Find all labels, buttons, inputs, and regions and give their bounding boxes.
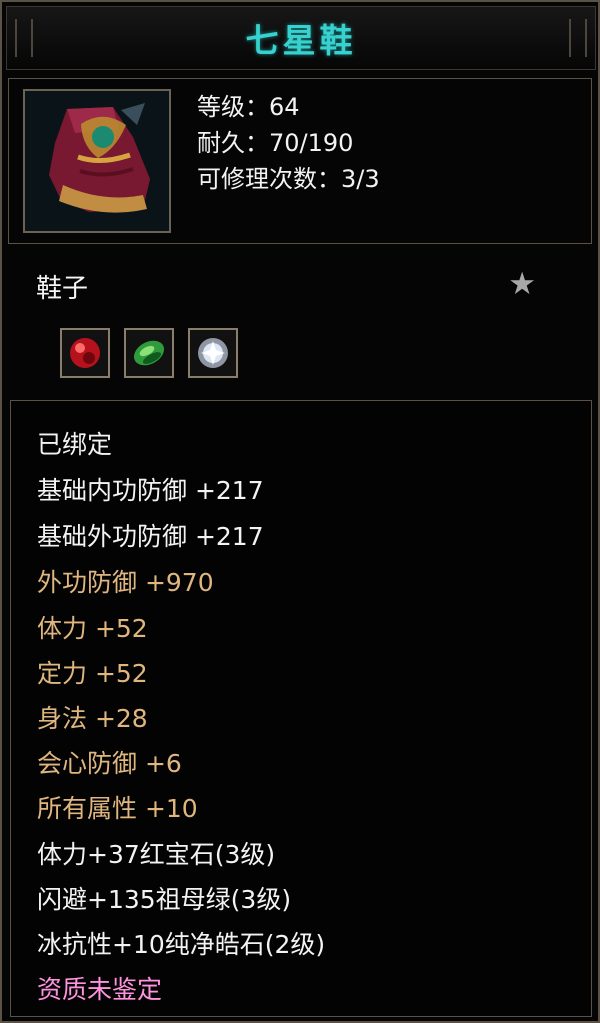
item-portrait — [23, 89, 171, 233]
property-line: 冰抗性+10纯净皓石(2级) — [37, 930, 326, 959]
property-line: 身法 +28 — [37, 704, 148, 733]
favorite-star-icon[interactable]: ★ — [508, 266, 536, 302]
item-repairs: 可修理次数：3/3 — [197, 165, 380, 193]
quality-status: 资质未鉴定 — [37, 975, 163, 1004]
ruby-gem-slot[interactable] — [60, 328, 110, 378]
item-tooltip: 七星鞋 等级：64 耐久：70/190 可修理次数：3/3 鞋子 ★ 已绑定 基… — [0, 0, 600, 1023]
boot-icon — [25, 91, 169, 231]
property-line: 基础内功防御 +217 — [37, 476, 264, 505]
title-ornament-left — [15, 19, 33, 57]
item-stats: 等级：64 耐久：70/190 可修理次数：3/3 — [197, 89, 380, 197]
item-header-panel: 等级：64 耐久：70/190 可修理次数：3/3 — [8, 78, 592, 244]
diamond-gem-icon — [198, 338, 228, 368]
property-line: 外功防御 +970 — [37, 568, 214, 597]
item-name: 七星鞋 — [245, 21, 357, 60]
ruby-gem-icon — [70, 338, 100, 368]
item-properties-panel: 已绑定 基础内功防御 +217 基础外功防御 +217 外功防御 +970 体力… — [10, 400, 592, 1017]
property-line: 所有属性 +10 — [37, 794, 198, 823]
property-line: 体力 +52 — [37, 614, 148, 643]
emerald-gem-slot[interactable] — [124, 328, 174, 378]
property-line: 闪避+135祖母绿(3级) — [37, 885, 292, 914]
property-line: 定力 +52 — [37, 659, 148, 688]
item-durability: 耐久：70/190 — [197, 129, 354, 157]
binding-status: 已绑定 — [37, 430, 113, 459]
item-level: 等级：64 — [197, 93, 300, 121]
property-line: 会心防御 +6 — [37, 749, 182, 778]
gem-slots — [60, 328, 238, 378]
property-line: 基础外功防御 +217 — [37, 522, 264, 551]
emerald-gem-icon — [133, 340, 165, 366]
item-category: 鞋子 — [36, 274, 89, 304]
title-bar: 七星鞋 — [6, 6, 596, 70]
title-ornament-right — [569, 19, 587, 57]
diamond-gem-slot[interactable] — [188, 328, 238, 378]
property-line: 体力+37红宝石(3级) — [37, 840, 276, 869]
